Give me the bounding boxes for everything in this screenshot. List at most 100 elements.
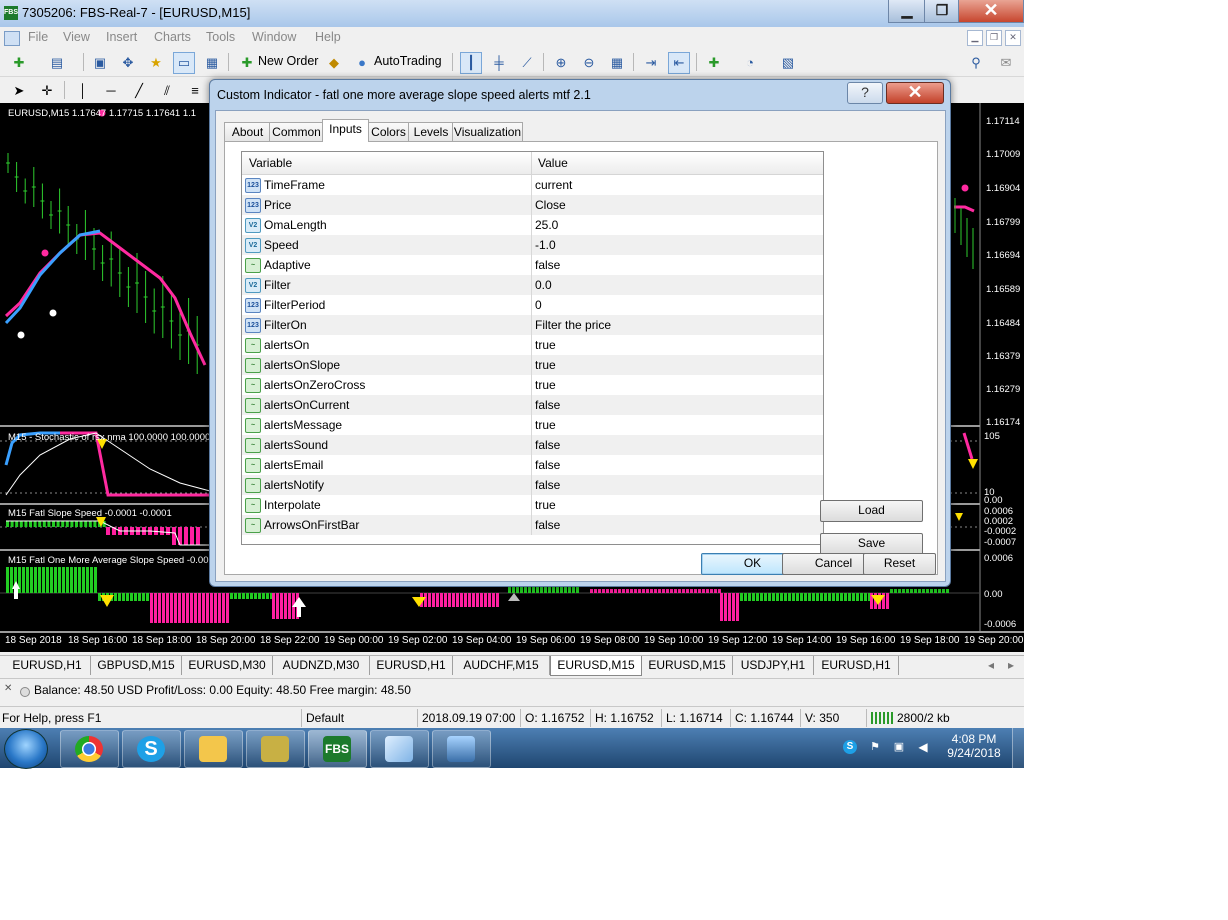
param-value[interactable]: false	[535, 438, 560, 452]
chart-tab[interactable]: EURUSD,H1	[4, 656, 91, 675]
mdi-restore-icon[interactable]: ❐	[986, 30, 1002, 46]
param-value[interactable]: true	[535, 498, 556, 512]
action-center-tray-icon[interactable]: ⚑	[868, 740, 882, 754]
param-value[interactable]: Close	[535, 198, 566, 212]
param-value[interactable]: 0	[535, 298, 542, 312]
param-value[interactable]: -1.0	[535, 238, 556, 252]
tab-inputs[interactable]: Inputs	[322, 119, 369, 142]
start-button[interactable]	[4, 729, 48, 769]
volume-tray-icon[interactable]: ◀	[916, 740, 930, 754]
param-value[interactable]: current	[535, 178, 572, 192]
param-value[interactable]: false	[535, 518, 560, 532]
menu-window[interactable]: Window	[252, 30, 296, 44]
tab-levels[interactable]: Levels	[408, 122, 454, 143]
column-variable[interactable]: Variable	[249, 156, 292, 170]
tile-windows-icon[interactable]: ▦	[606, 52, 628, 74]
close-button[interactable]: ✕	[958, 0, 1024, 23]
param-value[interactable]: true	[535, 418, 556, 432]
param-row[interactable]: 123 TimeFrame current	[242, 175, 823, 195]
param-row[interactable]: ~ alertsMessage true	[242, 415, 823, 435]
param-value[interactable]: 0.0	[535, 278, 552, 292]
metaeditor-icon[interactable]: ◆	[323, 52, 345, 74]
channel-icon[interactable]: ⫽	[156, 80, 178, 102]
param-value[interactable]: false	[535, 258, 560, 272]
save-button[interactable]: Save	[820, 533, 923, 555]
load-button[interactable]: Load	[820, 500, 923, 522]
param-value[interactable]: true	[535, 358, 556, 372]
param-value[interactable]: false	[535, 478, 560, 492]
explorer-taskbar-button[interactable]	[184, 730, 243, 768]
show-desktop-button[interactable]	[1012, 728, 1025, 768]
param-row[interactable]: ~ alertsEmail false	[242, 455, 823, 475]
candlestick-icon[interactable]: ╪	[488, 52, 510, 74]
templates-icon[interactable]: ▧	[777, 52, 799, 74]
photos-taskbar-button[interactable]	[432, 730, 491, 768]
zoom-out-icon[interactable]: ⊖	[578, 52, 600, 74]
param-row[interactable]: ~ alertsNotify false	[242, 475, 823, 495]
param-row[interactable]: 123 FilterOn Filter the price	[242, 315, 823, 335]
param-row[interactable]: 123 Price Close	[242, 195, 823, 215]
terminal-icon[interactable]: ▭	[173, 52, 195, 74]
minimize-button[interactable]: ▁	[888, 0, 926, 23]
param-row[interactable]: 123 FilterPeriod 0	[242, 295, 823, 315]
param-row[interactable]: ~ Adaptive false	[242, 255, 823, 275]
chart-tab[interactable]: EURUSD,H1	[814, 656, 899, 675]
mdi-minimize-icon[interactable]: ▁	[967, 30, 983, 46]
param-row[interactable]: ~ ArrowsOnFirstBar false	[242, 515, 823, 535]
skype-taskbar-button[interactable]: S	[122, 730, 181, 768]
zoom-in-icon[interactable]: ⊕	[550, 52, 572, 74]
param-value[interactable]: true	[535, 378, 556, 392]
param-value[interactable]: false	[535, 458, 560, 472]
tabs-scroll-left[interactable]: ◂	[988, 658, 994, 672]
tab-common[interactable]: Common	[269, 122, 324, 143]
chrome-taskbar-button[interactable]	[60, 730, 119, 768]
param-row[interactable]: V2 Filter 0.0	[242, 275, 823, 295]
chart-tab[interactable]: USDJPY,H1	[733, 656, 814, 675]
param-row[interactable]: ~ alertsOnSlope true	[242, 355, 823, 375]
favorites-icon[interactable]: ★	[145, 52, 167, 74]
terminal-close-icon[interactable]: ✕	[4, 683, 12, 694]
dialog-close-button[interactable]: ✕	[886, 82, 944, 104]
menu-file[interactable]: File	[28, 30, 48, 44]
chart-tab[interactable]: EURUSD,H1	[370, 656, 453, 675]
reset-button[interactable]: Reset	[863, 553, 936, 575]
market-watch-icon[interactable]: ▣	[89, 52, 111, 74]
new-order-icon[interactable]: ✚	[236, 52, 258, 74]
chart-tab-active[interactable]: EURUSD,M15	[550, 656, 642, 676]
network-tray-icon[interactable]: ▣	[892, 740, 906, 754]
param-row[interactable]: V2 OmaLength 25.0	[242, 215, 823, 235]
vertical-line-icon[interactable]: │	[72, 80, 94, 102]
menu-tools[interactable]: Tools	[206, 30, 235, 44]
fbs-taskbar-button[interactable]: FBS	[308, 730, 367, 768]
chart-tab[interactable]: AUDCHF,M15	[453, 656, 550, 675]
navigator-icon[interactable]: ✥	[117, 52, 139, 74]
menu-help[interactable]: Help	[315, 30, 341, 44]
menu-charts[interactable]: Charts	[154, 30, 191, 44]
param-row[interactable]: ~ alertsSound false	[242, 435, 823, 455]
profiles-icon[interactable]: ▤	[46, 52, 68, 74]
param-row[interactable]: ~ alertsOnZeroCross true	[242, 375, 823, 395]
param-row[interactable]: V2 Speed -1.0	[242, 235, 823, 255]
param-value[interactable]: false	[535, 398, 560, 412]
notes-taskbar-button[interactable]	[370, 730, 429, 768]
menu-insert[interactable]: Insert	[106, 30, 137, 44]
menu-view[interactable]: View	[63, 30, 90, 44]
new-chart-icon[interactable]: ✚	[8, 52, 30, 74]
bar-chart-icon[interactable]: ┃	[460, 52, 482, 74]
auto-scroll-icon[interactable]: ⇥	[640, 52, 662, 74]
mdi-chart-icon[interactable]	[4, 31, 20, 46]
trendline-icon[interactable]: ╱	[128, 80, 150, 102]
chart-shift-icon[interactable]: ⇤	[668, 52, 690, 74]
indicators-icon[interactable]: ✚	[703, 52, 725, 74]
chart-tab[interactable]: GBPUSD,M15	[91, 656, 182, 675]
param-row[interactable]: ~ alertsOnCurrent false	[242, 395, 823, 415]
horizontal-line-icon[interactable]: ─	[100, 80, 122, 102]
tabs-scroll-right[interactable]: ▸	[1008, 658, 1014, 672]
param-row[interactable]: ~ Interpolate true	[242, 495, 823, 515]
tab-colors[interactable]: Colors	[367, 122, 410, 143]
new-order-button[interactable]: New Order	[258, 54, 318, 68]
crosshair-icon[interactable]: ✛	[36, 80, 58, 102]
param-value[interactable]: 25.0	[535, 218, 558, 232]
dialog-help-button[interactable]: ?	[847, 82, 883, 104]
taskbar-clock[interactable]: 4:08 PM 9/24/2018	[944, 732, 1004, 760]
